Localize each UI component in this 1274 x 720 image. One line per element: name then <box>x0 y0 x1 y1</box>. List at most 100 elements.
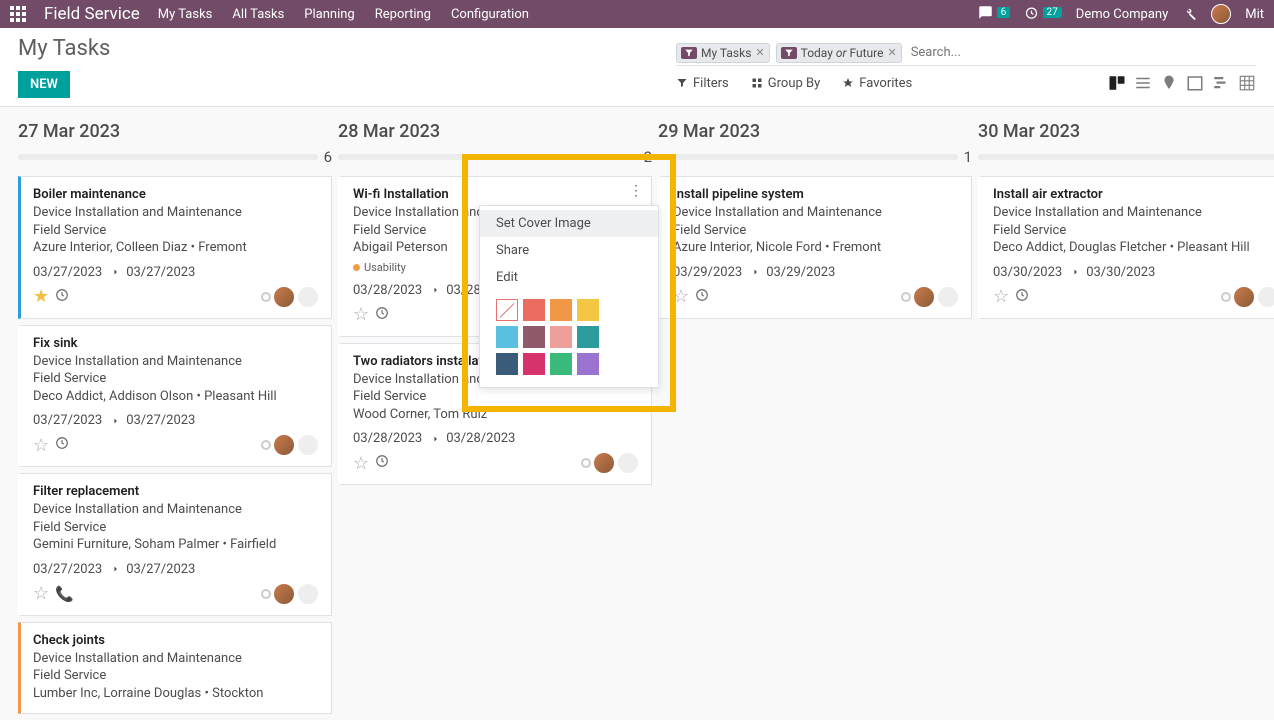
favorites-button[interactable]: Favorites <box>842 76 912 91</box>
state-dot[interactable] <box>581 458 591 468</box>
groupby-button[interactable]: Group By <box>751 76 821 91</box>
phone-icon[interactable]: 📞 <box>55 585 74 603</box>
column-count: 1 <box>964 148 972 166</box>
star-icon[interactable]: ☆ <box>33 435 49 456</box>
timer-icon[interactable]: 27 <box>1024 5 1061 24</box>
color-swatch[interactable] <box>577 326 599 348</box>
map-view-icon[interactable] <box>1160 74 1178 92</box>
star-icon[interactable]: ★ <box>33 286 49 307</box>
column-count: 2 <box>644 148 652 166</box>
nav-link[interactable]: Planning <box>304 7 354 22</box>
state-dot[interactable] <box>1221 292 1231 302</box>
task-card[interactable]: Filter replacement Device Installation a… <box>18 473 332 616</box>
kanban-column: 28 Mar 2023 2Wi-fi Installation Device I… <box>338 121 658 491</box>
kanban-column: 27 Mar 2023 6Boiler maintenance Device I… <box>18 121 338 720</box>
messages-icon[interactable]: 6 <box>978 5 1010 24</box>
color-swatch[interactable] <box>496 353 518 375</box>
star-icon[interactable]: ☆ <box>353 453 369 474</box>
app-brand[interactable]: Field Service <box>44 4 140 24</box>
card-title: Install air extractor <box>993 187 1274 202</box>
color-swatch[interactable] <box>550 326 572 348</box>
clock-icon[interactable] <box>1015 288 1029 306</box>
user-avatar-placeholder <box>617 452 639 474</box>
color-swatch[interactable] <box>523 353 545 375</box>
star-icon[interactable]: ☆ <box>33 583 49 604</box>
gantt-view-icon[interactable] <box>1212 74 1230 92</box>
kanban-view-icon[interactable] <box>1108 74 1126 92</box>
user-avatar[interactable] <box>913 286 935 308</box>
column-progress <box>658 154 958 160</box>
card-dates: 03/27/202303/27/2023 <box>33 413 319 428</box>
search-bar: My Tasks ✕ Today or Future ✕ <box>676 42 1256 66</box>
color-swatch[interactable] <box>577 353 599 375</box>
user-avatar-placeholder <box>297 434 319 456</box>
top-nav: Field Service My Tasks All Tasks Planning R… <box>0 0 1274 28</box>
tools-icon[interactable] <box>1182 7 1197 22</box>
user-avatar[interactable] <box>273 583 295 605</box>
filters-button[interactable]: Filters <box>676 76 729 91</box>
task-card[interactable]: Install pipeline system Device Installat… <box>658 176 972 319</box>
set-cover-image[interactable]: Set Cover Image <box>480 210 658 237</box>
task-card[interactable]: Boiler maintenance Device Installation a… <box>18 176 332 319</box>
star-icon[interactable]: ☆ <box>353 304 369 325</box>
control-panel: My Tasks NEW My Tasks ✕ Today or Future … <box>0 28 1274 107</box>
task-card[interactable]: Install air extractor Device Installatio… <box>978 176 1274 319</box>
filter-chip-mytasks[interactable]: My Tasks ✕ <box>676 43 770 63</box>
clock-icon[interactable] <box>375 454 389 472</box>
nav-link[interactable]: My Tasks <box>158 7 213 22</box>
color-swatch[interactable] <box>523 299 545 321</box>
close-icon[interactable]: ✕ <box>887 46 896 59</box>
filter-chip-today-future[interactable]: Today or Future ✕ <box>776 43 902 63</box>
color-swatch[interactable] <box>496 326 518 348</box>
clock-icon[interactable] <box>55 288 69 306</box>
card-dates: 03/27/202303/27/2023 <box>33 562 319 577</box>
tag-pill: Usability <box>353 261 406 274</box>
task-card[interactable]: Check joints Device Installation and Mai… <box>18 622 332 714</box>
task-card[interactable]: Wi-fi Installation Device Installation a… <box>338 176 652 337</box>
nav-link[interactable]: Reporting <box>375 7 431 22</box>
color-swatch[interactable] <box>523 326 545 348</box>
state-dot[interactable] <box>261 589 271 599</box>
card-dates: 03/28/202303/28/2023 <box>353 431 639 446</box>
kanban-board: 27 Mar 2023 6Boiler maintenance Device I… <box>0 107 1274 720</box>
pivot-view-icon[interactable] <box>1238 74 1256 92</box>
user-avatar-placeholder <box>297 583 319 605</box>
color-swatch-none[interactable] <box>496 299 518 321</box>
close-icon[interactable]: ✕ <box>755 46 764 59</box>
user-avatar[interactable] <box>273 286 295 308</box>
card-dates: 03/29/202303/29/2023 <box>673 265 959 280</box>
kanban-column: 29 Mar 2023 1Install pipeline system Dev… <box>658 121 978 325</box>
kebab-icon[interactable]: ⋮ <box>629 183 643 199</box>
color-swatch[interactable] <box>550 299 572 321</box>
edit[interactable]: Edit <box>480 264 658 291</box>
card-title: Boiler maintenance <box>33 187 319 202</box>
apps-icon[interactable] <box>10 6 26 22</box>
card-title: Filter replacement <box>33 484 319 499</box>
clock-icon[interactable] <box>695 288 709 306</box>
company-selector[interactable]: Demo Company <box>1076 7 1168 22</box>
clock-icon[interactable] <box>55 436 69 454</box>
search-input[interactable] <box>908 42 1256 63</box>
star-icon[interactable]: ☆ <box>673 286 689 307</box>
color-swatch[interactable] <box>550 353 572 375</box>
task-card[interactable]: Fix sink Device Installation and Mainten… <box>18 325 332 468</box>
state-dot[interactable] <box>261 292 271 302</box>
nav-link[interactable]: Configuration <box>451 7 529 22</box>
user-avatar[interactable] <box>273 434 295 456</box>
user-avatar[interactable] <box>1211 4 1231 24</box>
nav-links: My Tasks All Tasks Planning Reporting Config… <box>158 7 529 22</box>
clock-icon[interactable] <box>375 306 389 324</box>
user-avatar[interactable] <box>593 452 615 474</box>
share[interactable]: Share <box>480 237 658 264</box>
page-title: My Tasks <box>18 36 110 61</box>
star-icon[interactable]: ☆ <box>993 286 1009 307</box>
nav-link[interactable]: All Tasks <box>232 7 284 22</box>
column-progress <box>978 154 1274 160</box>
state-dot[interactable] <box>901 292 911 302</box>
new-button[interactable]: NEW <box>18 71 70 98</box>
calendar-view-icon[interactable] <box>1186 74 1204 92</box>
user-avatar[interactable] <box>1233 286 1255 308</box>
color-swatch[interactable] <box>577 299 599 321</box>
state-dot[interactable] <box>261 440 271 450</box>
list-view-icon[interactable] <box>1134 74 1152 92</box>
